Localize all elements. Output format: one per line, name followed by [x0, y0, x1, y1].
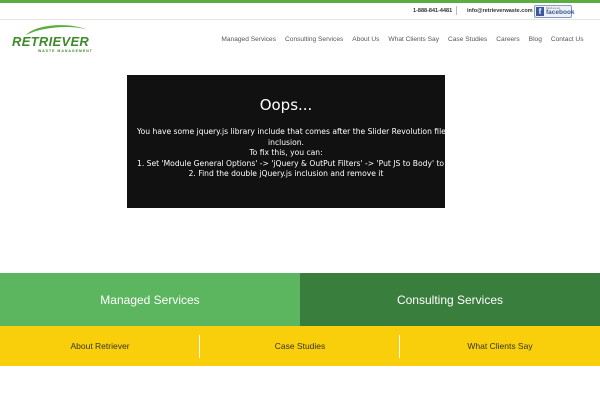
facebook-word: facebook: [546, 9, 575, 16]
top-contact-bar: 1-888-841-4481 info@retrieverwaste.com f…: [0, 3, 600, 19]
nav-about-us[interactable]: About Us: [348, 35, 384, 45]
email-link[interactable]: info@retrieverwaste.com: [467, 7, 533, 15]
error-line: You have some jquery.js library include …: [137, 127, 459, 136]
nav-blog[interactable]: Blog: [524, 35, 546, 45]
nav-managed-services[interactable]: Managed Services: [217, 35, 281, 45]
link-what-clients-say[interactable]: What Clients Say: [400, 326, 600, 366]
slider-error-box: Oops... You have some jquery.js library …: [127, 75, 459, 208]
service-tiles: Managed Services Consulting Services: [0, 273, 600, 326]
nav-case-studies[interactable]: Case Studies: [444, 35, 492, 45]
error-line: inclusion.: [268, 137, 304, 147]
nav-consulting-services[interactable]: Consulting Services: [281, 35, 348, 45]
error-message: You have some jquery.js library include …: [137, 127, 459, 180]
main-nav: Managed Services Consulting Services Abo…: [217, 35, 588, 45]
nav-what-clients-say[interactable]: What Clients Say: [384, 35, 444, 45]
tile-consulting-services[interactable]: Consulting Services: [300, 273, 600, 326]
tile-managed-services[interactable]: Managed Services: [0, 273, 300, 326]
link-about-retriever[interactable]: About Retriever: [0, 326, 200, 366]
error-line: 1. Set 'Module General Options' -> 'jQue…: [137, 158, 456, 168]
facebook-badge[interactable]: f Find us on facebook: [534, 5, 575, 18]
nav-contact-us[interactable]: Contact Us: [546, 35, 588, 45]
link-case-studies[interactable]: Case Studies: [200, 326, 400, 366]
error-title: Oops...: [259, 96, 313, 114]
error-line: 2. Find the double jQuery.js inclusion a…: [188, 169, 384, 178]
site-logo[interactable]: RETRIEVER WASTE MANAGEMENT: [12, 24, 98, 56]
header-divider: [0, 19, 600, 20]
logo-subtitle: WASTE MANAGEMENT: [38, 49, 93, 53]
nav-careers[interactable]: Careers: [492, 35, 524, 45]
contact-separator: [456, 6, 457, 15]
error-line: To fix this, you can:: [249, 148, 323, 157]
quick-links-bar: About Retriever Case Studies What Client…: [0, 326, 600, 366]
logo-wordmark: RETRIEVER: [12, 34, 90, 49]
facebook-icon: f: [536, 7, 544, 16]
phone-number[interactable]: 1-888-841-4481: [413, 7, 452, 15]
